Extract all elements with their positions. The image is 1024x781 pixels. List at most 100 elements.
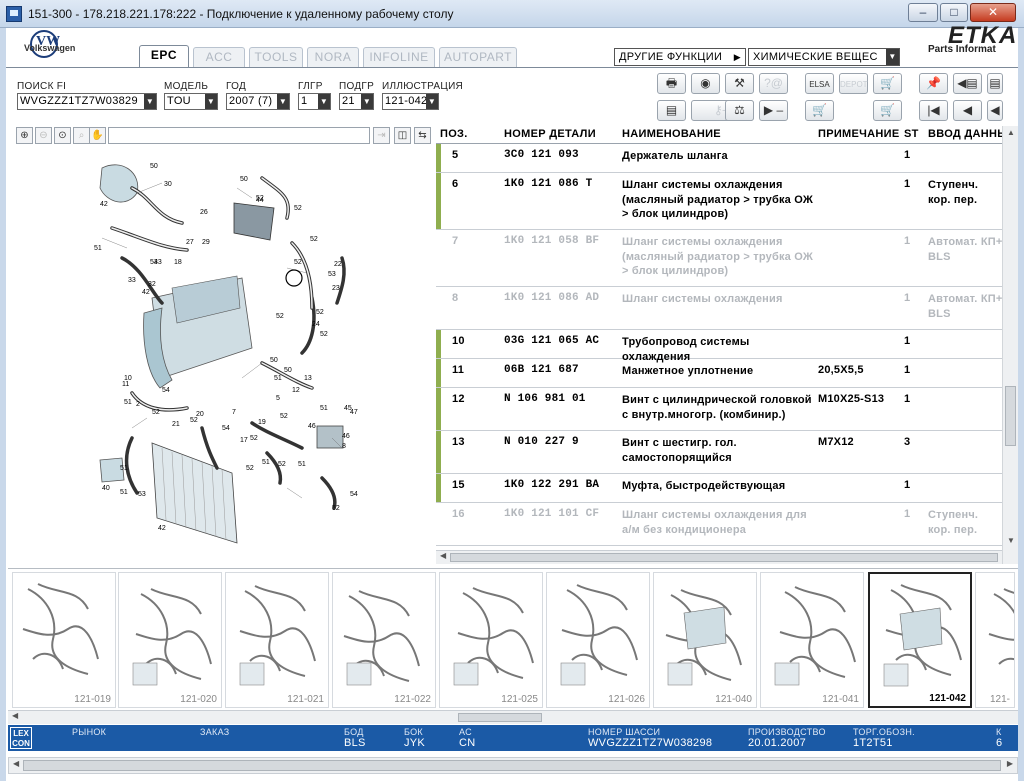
callout-number[interactable]: 46 bbox=[342, 433, 350, 440]
list-left-button[interactable]: ◀▤ bbox=[953, 73, 982, 94]
callout-number[interactable]: 51 bbox=[274, 375, 282, 382]
callout-number[interactable]: 53 bbox=[138, 491, 146, 498]
callout-number[interactable]: 18 bbox=[174, 259, 182, 266]
callout-number[interactable]: 50 bbox=[270, 357, 278, 364]
table-row[interactable]: 15 1K0 122 291 BA Муфта, быстродействующая… bbox=[436, 474, 1002, 503]
tab-infoline[interactable]: INFOLINE bbox=[363, 47, 435, 67]
callout-number[interactable]: 23 bbox=[332, 285, 340, 292]
illustration-select[interactable]: 121-042 ▼ bbox=[382, 93, 439, 110]
list-right-button[interactable]: ▤ bbox=[987, 73, 1003, 94]
scroll-up-icon[interactable]: ▲ bbox=[1007, 128, 1015, 137]
previous-button[interactable]: ◀ bbox=[953, 100, 982, 121]
other-functions-button[interactable]: ДРУГИЕ ФУНКЦИИ ▶ bbox=[614, 48, 746, 66]
callout-number[interactable]: 40 bbox=[102, 485, 110, 492]
horizontal-scroll-thumb[interactable] bbox=[450, 553, 998, 562]
callout-number[interactable]: 52 bbox=[310, 236, 318, 243]
scroll-down-icon[interactable]: ▼ bbox=[1007, 536, 1015, 545]
callout-number[interactable]: 19 bbox=[258, 419, 266, 426]
table-row[interactable]: 12 N 106 981 01 Винт с цилиндрической голо… bbox=[436, 388, 1002, 431]
illustration-thumbnail[interactable]: 121- bbox=[975, 572, 1015, 708]
chemicals-dropdown[interactable]: ХИМИЧЕСКИЕ ВЕЩЕС ▼ bbox=[748, 48, 900, 66]
split-view-button[interactable]: ◫ bbox=[394, 127, 411, 144]
illustration-thumbnail[interactable]: 121-020 bbox=[118, 572, 222, 708]
callout-number[interactable]: 7 bbox=[232, 409, 236, 416]
callout-number[interactable]: 50 bbox=[240, 176, 248, 183]
callout-number[interactable]: 24 bbox=[312, 321, 320, 328]
callout-number[interactable]: 52 bbox=[280, 413, 288, 420]
expand-view-button[interactable]: ⇆ bbox=[414, 127, 431, 144]
callout-number[interactable]: 44 bbox=[256, 197, 264, 204]
callout-number[interactable]: 51 bbox=[298, 461, 306, 468]
callout-number[interactable]: 54 bbox=[222, 425, 230, 432]
table-row[interactable]: 11 06B 121 687 Манжетное уплотнение 20,5X5,… bbox=[436, 359, 1002, 388]
print-button[interactable]: 🖶 bbox=[657, 73, 686, 94]
window-horizontal-scrollbar[interactable]: ◀ ▶ bbox=[8, 757, 1018, 774]
scales-button[interactable]: ⚖ bbox=[725, 100, 754, 121]
callout-number[interactable]: 17 bbox=[240, 437, 248, 444]
table-row[interactable]: 6 1K0 121 086 T Шланг системы охлаждения (… bbox=[436, 173, 1002, 230]
illustration-thumbnail[interactable]: 121-025 bbox=[439, 572, 543, 708]
scroll-left-icon[interactable]: ◀ bbox=[12, 711, 18, 720]
maximize-button[interactable]: □ bbox=[940, 3, 968, 22]
callout-number[interactable]: 52 bbox=[246, 465, 254, 472]
callout-number[interactable]: 27 bbox=[186, 239, 194, 246]
callout-number[interactable]: 32 bbox=[148, 281, 156, 288]
hand-button[interactable]: ✋ bbox=[89, 127, 106, 144]
catalog-button[interactable]: ◉ bbox=[691, 73, 720, 94]
depot-button[interactable]: DEPOT bbox=[839, 73, 868, 94]
zoom-area-button[interactable]: ⌕ bbox=[73, 127, 90, 144]
main-group-select[interactable]: 1 ▼ bbox=[298, 93, 331, 110]
callout-number[interactable]: 52 bbox=[332, 505, 340, 512]
tab-epc[interactable]: EPC bbox=[139, 45, 189, 67]
model-select[interactable]: TOU ▼ bbox=[164, 93, 218, 110]
next-button[interactable]: ◀ bbox=[987, 100, 1003, 121]
vertical-scroll-thumb[interactable] bbox=[1005, 386, 1016, 446]
fit-width-button[interactable]: ⇥ bbox=[373, 127, 390, 144]
sub-group-select[interactable]: 21 ▼ bbox=[339, 93, 374, 110]
play-remove-button[interactable]: ▶ – bbox=[759, 100, 788, 121]
callout-number[interactable]: 52 bbox=[152, 409, 160, 416]
callout-number[interactable]: 11 bbox=[122, 381, 129, 388]
help-button[interactable]: ?@ bbox=[759, 73, 788, 94]
elsa-button[interactable]: ELSA bbox=[805, 73, 834, 94]
first-button[interactable]: |◀ bbox=[919, 100, 948, 121]
callout-number[interactable]: 21 bbox=[172, 421, 180, 428]
callout-number[interactable]: 53 bbox=[328, 271, 336, 278]
table-row[interactable]: 8 1K0 121 086 AD Шланг системы охлаждения 1… bbox=[436, 287, 1002, 330]
callout-number[interactable]: 52 bbox=[294, 259, 302, 266]
pin-button[interactable]: 📌 bbox=[919, 73, 948, 94]
parts-info-button[interactable]: ⚒ bbox=[725, 73, 754, 94]
illustration-search-field[interactable] bbox=[108, 127, 370, 144]
thumbnail-scroll-thumb[interactable] bbox=[458, 713, 542, 722]
shopping-cart-button[interactable]: 🛒 bbox=[805, 100, 834, 121]
tab-acc[interactable]: ACC bbox=[193, 47, 245, 67]
callout-number[interactable]: 26 bbox=[200, 209, 208, 216]
callout-number[interactable]: 51 bbox=[262, 459, 270, 466]
table-horizontal-scrollbar[interactable]: ◀ bbox=[436, 550, 1002, 564]
callout-number[interactable]: 50 bbox=[150, 163, 158, 170]
zoom-fit-button[interactable]: ⊙ bbox=[54, 127, 71, 144]
document-button[interactable]: ▤ bbox=[657, 100, 686, 121]
callout-number[interactable]: 43 bbox=[154, 259, 162, 266]
illustration-thumbnail[interactable]: 121-019 bbox=[12, 572, 116, 708]
close-button[interactable]: ✕ bbox=[970, 3, 1016, 22]
table-row[interactable]: 13 N 010 227 9 Винт с шестигр. гол. самост… bbox=[436, 431, 1002, 474]
table-row[interactable]: 10 03G 121 065 AC Трубопровод системы охла… bbox=[436, 330, 1002, 363]
callout-number[interactable]: 52 bbox=[316, 309, 324, 316]
scroll-left-icon[interactable]: ◀ bbox=[13, 759, 19, 768]
callout-number[interactable]: 42 bbox=[100, 201, 108, 208]
scroll-right-icon[interactable]: ▶ bbox=[1007, 759, 1013, 768]
callout-number[interactable]: 46 bbox=[308, 423, 316, 430]
callout-number[interactable]: 29 bbox=[202, 239, 210, 246]
callout-number[interactable]: 52 bbox=[294, 205, 302, 212]
illustration-thumbnail[interactable]: 121-041 bbox=[760, 572, 864, 708]
callout-number[interactable]: 51 bbox=[94, 245, 102, 252]
callout-number[interactable]: 5 bbox=[276, 395, 280, 402]
callout-number[interactable]: 51 bbox=[124, 399, 132, 406]
illustration-thumbnail[interactable]: 121-022 bbox=[332, 572, 436, 708]
callout-number[interactable]: 50 bbox=[284, 367, 292, 374]
illustration-diagram[interactable]: 503042505244522627 2953 185251424333322252… bbox=[12, 148, 432, 558]
callout-number[interactable]: 54 bbox=[350, 491, 358, 498]
zoom-out-button[interactable]: ⊖ bbox=[35, 127, 52, 144]
window-scroll-thumb[interactable] bbox=[23, 760, 1001, 771]
